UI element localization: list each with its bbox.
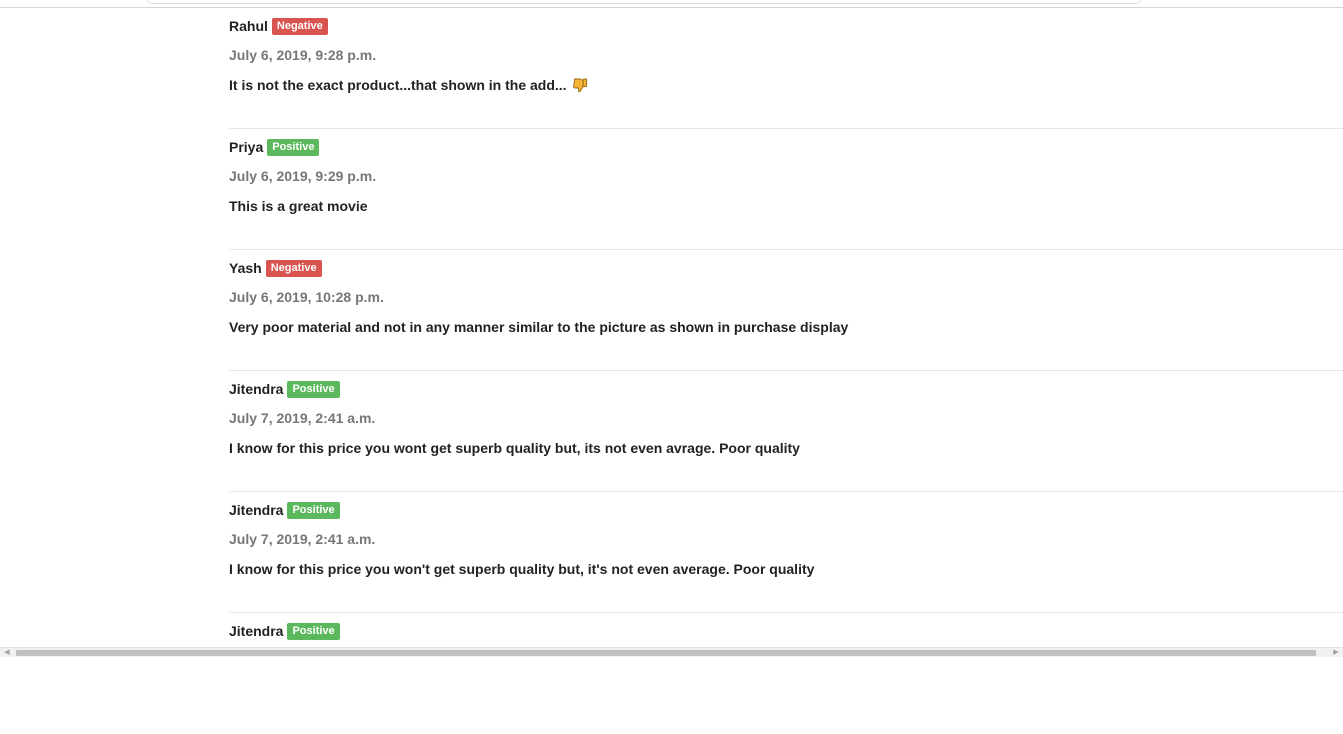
sentiment-badge: Negative	[265, 259, 322, 277]
sentiment-badge: Negative	[271, 17, 328, 35]
address-bar-edge	[145, 0, 1143, 4]
review-text-line: It is not the exact product...that shown…	[229, 76, 588, 94]
review-header: Priya Positive	[229, 138, 320, 156]
review-header: Yash Negative	[229, 259, 322, 277]
review-text: I know for this price you won't get supe…	[229, 561, 815, 577]
review-item: Jitendra Positive July 7, 2019, 2:41 a.m…	[229, 492, 1343, 613]
review-text: This is a great movie	[229, 198, 368, 214]
review-header: Jitendra Positive	[229, 380, 340, 398]
reviewer-name: Jitendra	[229, 381, 284, 397]
review-text: I know for this price you wont get super…	[229, 440, 800, 456]
sentiment-badge: Positive	[287, 501, 340, 519]
reviewer-name: Jitendra	[229, 502, 284, 518]
review-item: Rahul Negative July 6, 2019, 9:28 p.m. I…	[229, 8, 1343, 129]
thumbs-down-icon	[572, 77, 588, 93]
reviewer-name: Jitendra	[229, 623, 284, 639]
review-date: July 6, 2019, 10:28 p.m.	[229, 289, 384, 305]
review-date: July 7, 2019, 2:41 a.m.	[229, 531, 376, 547]
review-date: July 7, 2019, 2:41 a.m.	[229, 410, 376, 426]
reviewer-name: Yash	[229, 260, 262, 276]
review-header: Rahul Negative	[229, 17, 328, 35]
horizontal-scrollbar[interactable]: ◀ ▶	[0, 647, 1343, 657]
review-item: Priya Positive July 6, 2019, 9:29 p.m. T…	[229, 129, 1343, 250]
sentiment-badge: Positive	[287, 380, 340, 398]
review-header: Jitendra Positive	[229, 501, 340, 519]
scrollbar-thumb[interactable]	[16, 650, 1316, 656]
review-header: Jitendra Positive	[229, 622, 340, 640]
scroll-left-arrow-icon[interactable]: ◀	[2, 649, 12, 657]
review-text: Very poor material and not in any manner…	[229, 319, 849, 335]
review-list: Rahul Negative July 6, 2019, 9:28 p.m. I…	[229, 8, 1343, 734]
browser-top-edge	[0, 0, 1343, 8]
sentiment-badge: Positive	[287, 622, 340, 640]
sentiment-badge: Positive	[267, 138, 320, 156]
scroll-right-arrow-icon[interactable]: ▶	[1331, 649, 1341, 657]
review-item: Jitendra Positive	[229, 613, 1343, 734]
review-text: It is not the exact product...that shown…	[229, 77, 567, 93]
reviewer-name: Rahul	[229, 18, 268, 34]
review-item: Jitendra Positive July 7, 2019, 2:41 a.m…	[229, 371, 1343, 492]
review-item: Yash Negative July 6, 2019, 10:28 p.m. V…	[229, 250, 1343, 371]
reviewer-name: Priya	[229, 139, 264, 155]
review-date: July 6, 2019, 9:28 p.m.	[229, 47, 377, 63]
review-date: July 6, 2019, 9:29 p.m.	[229, 168, 377, 184]
